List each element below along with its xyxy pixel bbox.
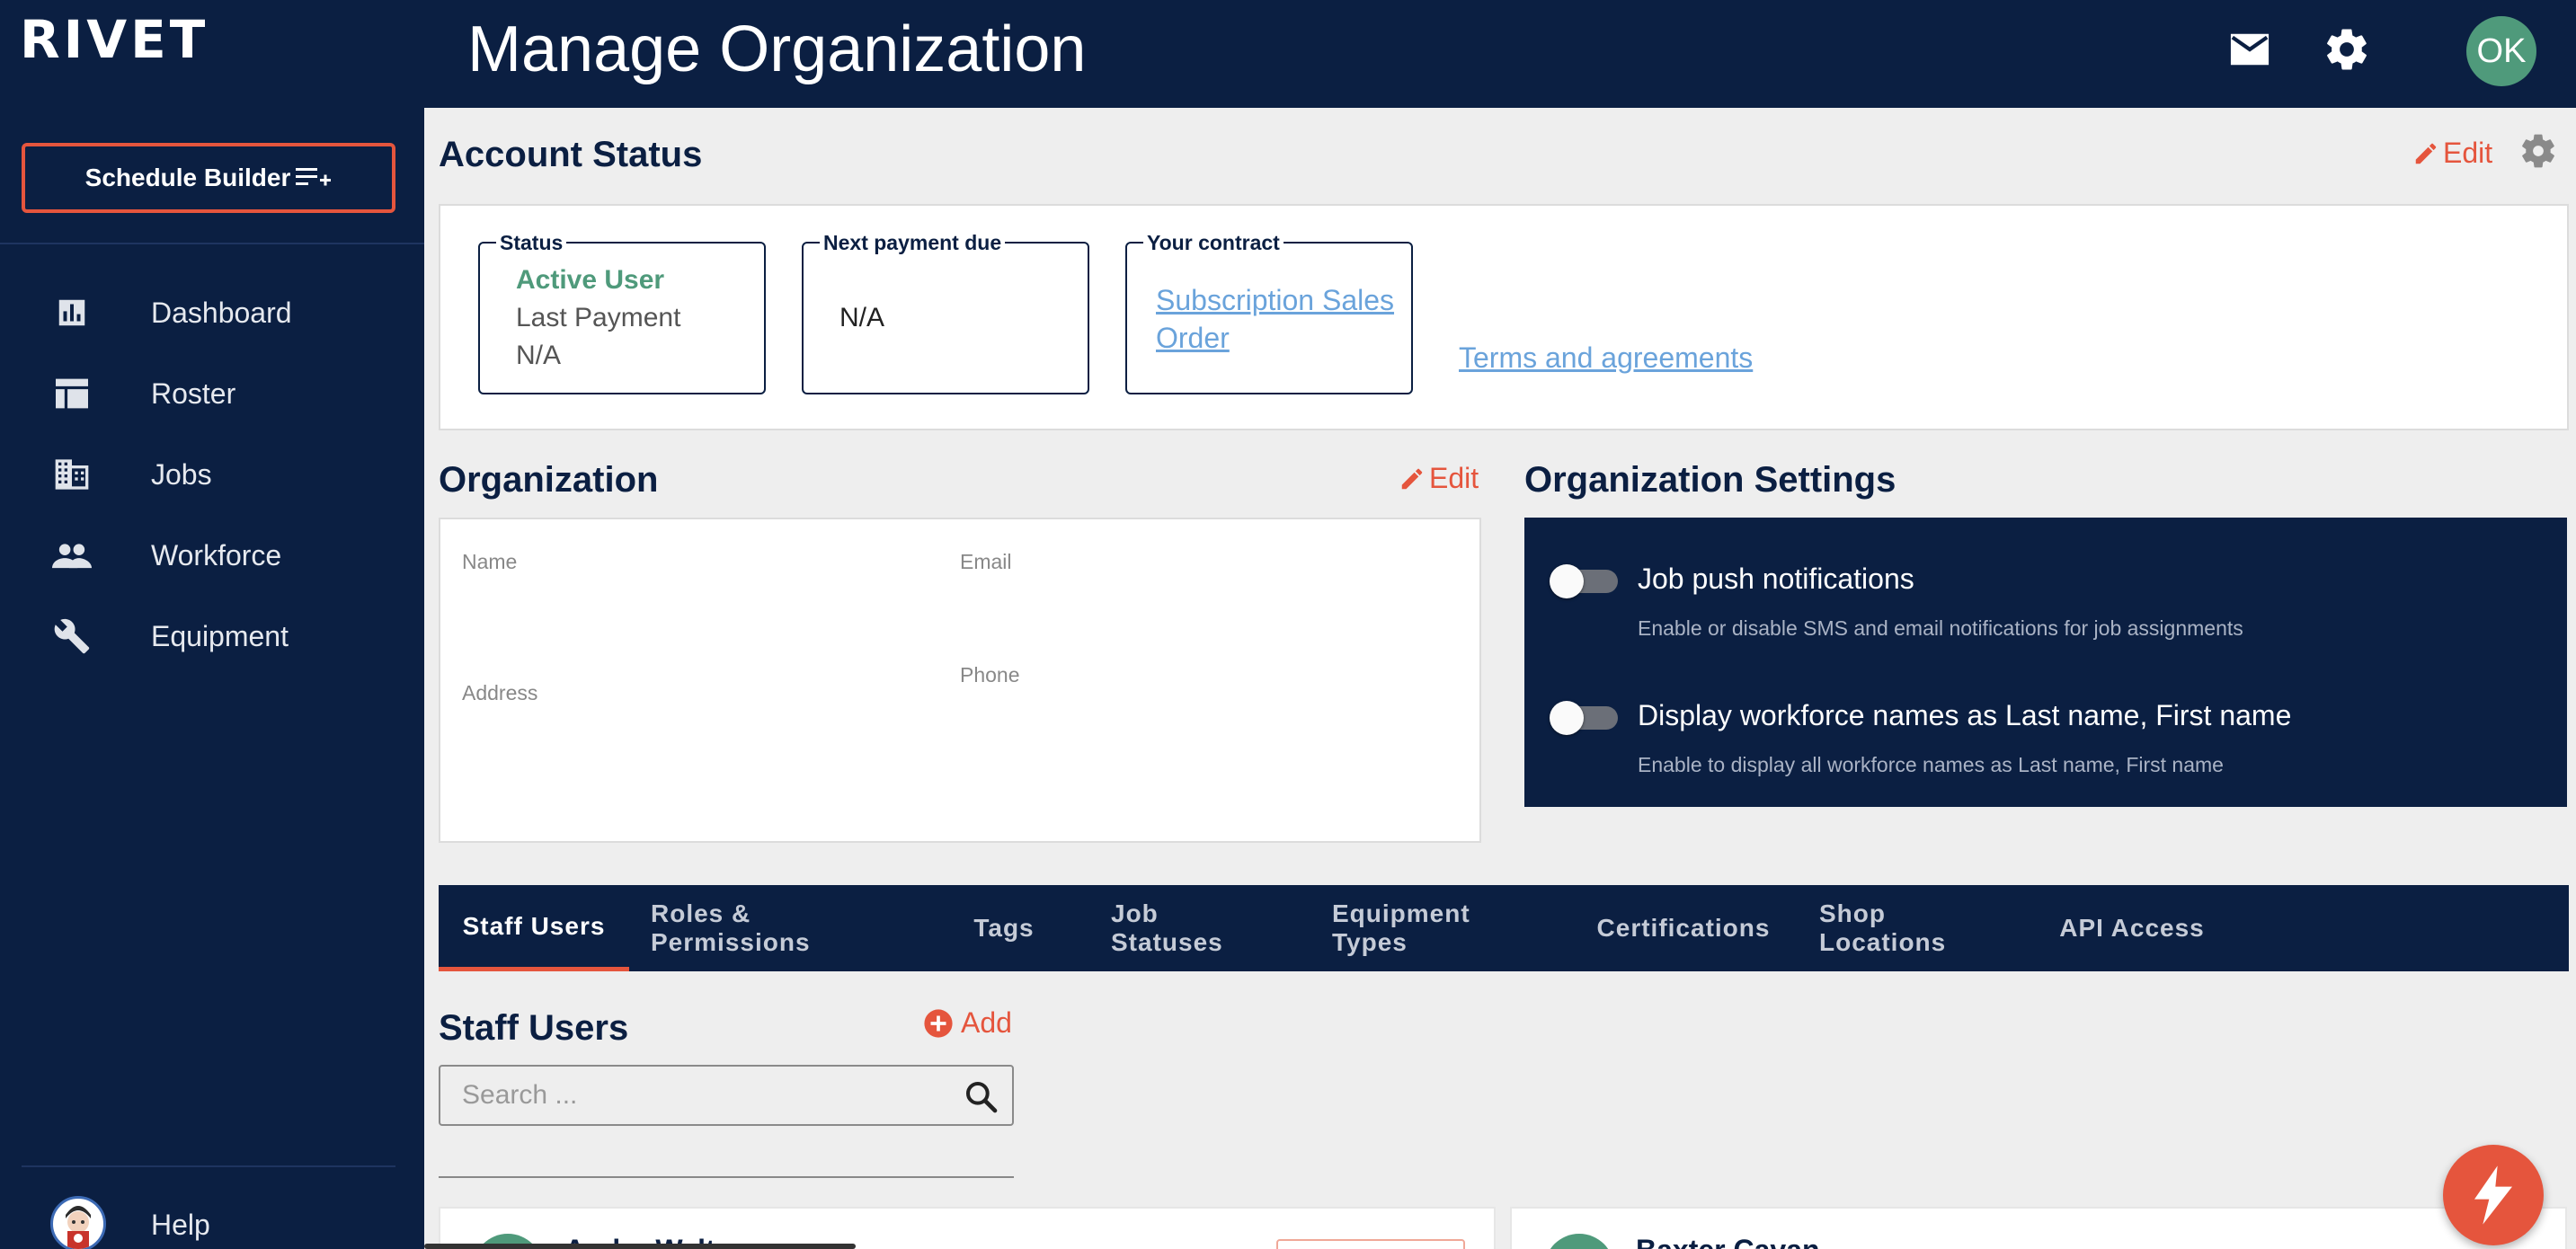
- help-label: Help: [151, 1209, 210, 1241]
- setting-title: Job push notifications: [1638, 562, 1914, 595]
- sidebar: RIVET Schedule Builder Dashboard Roster …: [0, 0, 424, 1249]
- toggle-knob: [1550, 564, 1584, 598]
- tab-certifications[interactable]: Certifications: [1597, 885, 1770, 971]
- tab-api-access[interactable]: API Access: [2058, 885, 2206, 971]
- display-names-toggle[interactable]: [1550, 701, 1618, 735]
- address-label: Address: [462, 681, 538, 704]
- edit-label: Edit: [2443, 137, 2493, 169]
- add-circle-icon: [924, 1008, 953, 1038]
- wrench-icon: [52, 616, 92, 656]
- list-divider: [439, 1176, 1014, 1178]
- organization-card: Name Email Address Phone: [439, 518, 1481, 843]
- search-input[interactable]: [462, 1077, 947, 1113]
- organization-edit-button[interactable]: Edit: [1399, 462, 1479, 495]
- pencil-icon: [1401, 468, 1423, 489]
- status-legend: Status: [496, 231, 567, 255]
- sidebar-item-dashboard[interactable]: Dashboard: [0, 277, 424, 349]
- sidebar-item-label: Equipment: [151, 619, 289, 652]
- staff-user-card[interactable]: Andre Walt: [439, 1207, 1496, 1249]
- horizontal-scrollbar[interactable]: [424, 1244, 856, 1249]
- playlist-add-icon: [296, 168, 332, 186]
- sidebar-divider: [22, 1165, 395, 1167]
- schedule-builder-label: Schedule Builder: [84, 164, 291, 191]
- sidebar-item-label: Workforce: [151, 538, 282, 571]
- sidebar-item-label: Dashboard: [151, 296, 292, 329]
- pencil-icon: [2415, 143, 2437, 164]
- bar-chart-icon: [52, 293, 92, 332]
- sidebar-item-label: Roster: [151, 376, 236, 410]
- gear-icon[interactable]: [2323, 25, 2371, 74]
- table-icon: [52, 374, 92, 413]
- sidebar-item-roster[interactable]: Roster: [0, 358, 424, 430]
- schedule-builder-button[interactable]: Schedule Builder: [22, 143, 395, 213]
- job-push-notifications-toggle[interactable]: [1550, 564, 1618, 598]
- mail-icon[interactable]: [2229, 31, 2270, 68]
- last-payment-value: N/A: [516, 341, 562, 370]
- organization-settings-title: Organization Settings: [1524, 460, 1896, 500]
- app-logo[interactable]: RIVET: [20, 9, 209, 70]
- add-staff-user-button[interactable]: Add: [923, 1006, 1012, 1040]
- next-payment-value: N/A: [839, 303, 885, 332]
- staff-users-title: Staff Users: [439, 1008, 629, 1048]
- tab-job-statuses[interactable]: Job Statuses: [1111, 885, 1275, 971]
- account-status-edit-button[interactable]: Edit: [2412, 137, 2492, 170]
- search-icon[interactable]: [964, 1079, 999, 1115]
- sidebar-item-label: Jobs: [151, 457, 212, 491]
- staff-search-box: [439, 1065, 1014, 1126]
- link-line: Subscription Sales: [1156, 284, 1395, 316]
- tab-shop-locations[interactable]: Shop Locations: [1819, 885, 2012, 971]
- quick-action-button[interactable]: [2443, 1145, 2544, 1245]
- next-payment-box: Next payment due N/A: [802, 231, 1089, 394]
- page-title: Manage Organization: [467, 13, 1087, 85]
- contract-legend: Your contract: [1143, 231, 1284, 255]
- avatar: [1544, 1234, 1614, 1249]
- organization-settings-card: Job push notifications Enable or disable…: [1524, 518, 2567, 807]
- gear-icon[interactable]: [2518, 131, 2558, 171]
- tab-equipment-types[interactable]: Equipment Types: [1332, 885, 1548, 971]
- subscription-sales-order-link[interactable]: Subscription Sales Order: [1156, 281, 1394, 357]
- add-label: Add: [961, 1006, 1012, 1039]
- phone-label: Phone: [960, 663, 1020, 687]
- setting-title: Display workforce names as Last name, Fi…: [1638, 699, 2292, 731]
- sidebar-item-jobs[interactable]: Jobs: [0, 438, 424, 510]
- staff-user-name: Baxter Cavan: [1636, 1234, 1820, 1249]
- last-payment-label: Last Payment: [516, 303, 681, 332]
- help-avatar-icon: [50, 1196, 106, 1249]
- sidebar-item-help[interactable]: Help: [0, 1191, 424, 1249]
- settings-tabs: Staff Users Roles & Permissions Tags Job…: [439, 885, 2569, 971]
- organization-title: Organization: [439, 460, 659, 500]
- setting-description: Enable or disable SMS and email notifica…: [1638, 616, 2243, 640]
- name-label: Name: [462, 550, 518, 573]
- email-label: Email: [960, 550, 1012, 573]
- building-icon: [52, 455, 92, 494]
- next-payment-legend: Next payment due: [820, 231, 1006, 255]
- toggle-knob: [1550, 701, 1584, 735]
- link-line: Order: [1156, 322, 1230, 354]
- sidebar-item-workforce[interactable]: Workforce: [0, 519, 424, 591]
- account-status-title: Account Status: [439, 135, 703, 174]
- terms-link[interactable]: Terms and agreements: [1459, 339, 1753, 376]
- staff-user-card[interactable]: Baxter Cavan: [1510, 1207, 2567, 1249]
- tab-staff-users[interactable]: Staff Users: [439, 885, 629, 971]
- tab-roles-permissions[interactable]: Roles & Permissions: [651, 885, 902, 971]
- account-status-card: Status Active User Last Payment N/A Next…: [439, 204, 2569, 430]
- sidebar-divider: [0, 243, 424, 244]
- top-bar: Manage Organization OK: [424, 0, 2576, 108]
- people-icon: [52, 536, 92, 575]
- lightning-icon: [2474, 1165, 2512, 1225]
- edit-label: Edit: [1429, 462, 1479, 494]
- setting-description: Enable to display all workforce names as…: [1638, 753, 2224, 776]
- tab-tags[interactable]: Tags: [955, 885, 1053, 971]
- status-badge: [1276, 1239, 1465, 1249]
- status-badge: Active User: [516, 265, 665, 295]
- user-avatar[interactable]: OK: [2466, 16, 2536, 86]
- sidebar-item-equipment[interactable]: Equipment: [0, 600, 424, 672]
- contract-box: Your contract Subscription Sales Order: [1125, 231, 1413, 394]
- status-box: Status Active User Last Payment N/A: [478, 231, 766, 394]
